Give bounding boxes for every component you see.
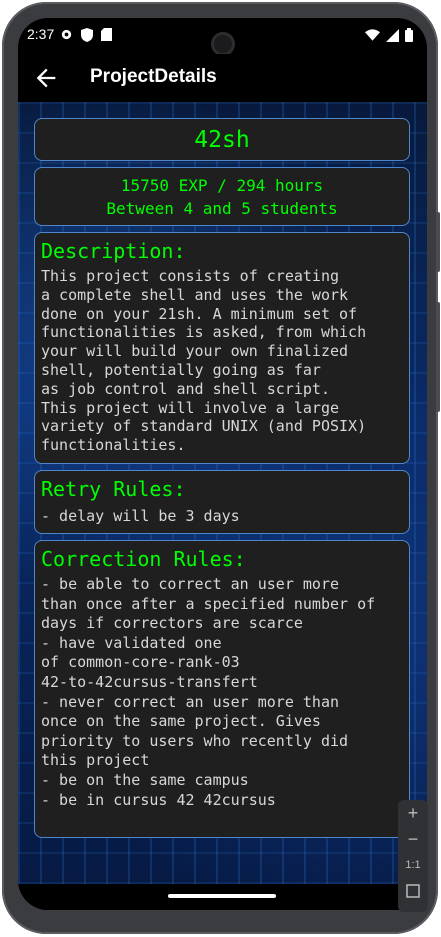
power-button [436, 212, 440, 272]
description-title: Description: [41, 239, 186, 263]
correction-rules-card: Correction Rules: - be able to correct a… [34, 540, 410, 838]
battery-icon [405, 28, 413, 42]
home-gesture-pill[interactable] [168, 894, 276, 898]
signal-icon [386, 28, 399, 42]
sd-card-icon [101, 28, 112, 41]
retry-rules-text: - delay will be 3 days [41, 507, 240, 525]
status-time: 2:37 [27, 26, 55, 42]
settings-icon [61, 29, 72, 40]
fit-screen-icon [406, 884, 420, 898]
screen: 2:37 ProjectDetails 42sh 15750 EXP / 294… [18, 18, 427, 910]
volume-button [436, 302, 440, 412]
project-exp-hours: 15750 EXP / 294 hours [120, 176, 324, 195]
emulator-zoom-controls: + − 1:1 [398, 800, 428, 912]
project-name-card: 42sh [34, 118, 410, 161]
project-stats-card: 15750 EXP / 294 hours Between 4 and 5 st… [34, 167, 410, 226]
zoom-in-button[interactable]: + [398, 800, 428, 826]
front-camera [211, 32, 235, 56]
correction-rules-text: - be able to correct an user more than o… [41, 575, 376, 809]
project-details-content[interactable]: 42sh 15750 EXP / 294 hours Between 4 and… [18, 102, 427, 884]
retry-rules-title: Retry Rules: [41, 477, 186, 501]
zoom-reset-button[interactable]: 1:1 [398, 852, 428, 878]
shield-icon [81, 28, 93, 42]
page-title: ProjectDetails [90, 66, 217, 87]
retry-rules-card: Retry Rules: - delay will be 3 days [34, 470, 410, 534]
correction-rules-title: Correction Rules: [41, 547, 246, 571]
description-card: Description: This project consists of cr… [34, 232, 410, 464]
project-name: 42sh [194, 127, 250, 153]
zoom-fit-button[interactable] [398, 878, 428, 904]
app-bar: ProjectDetails [18, 54, 427, 102]
description-text: This project consists of creating a comp… [41, 267, 367, 455]
wifi-icon [365, 29, 380, 41]
navigation-bar [18, 884, 427, 910]
back-arrow-icon[interactable] [32, 64, 60, 92]
project-team-size: Between 4 and 5 students [106, 199, 338, 218]
device-frame: 2:37 ProjectDetails 42sh 15750 EXP / 294… [2, 2, 440, 934]
zoom-out-button[interactable]: − [398, 826, 428, 852]
